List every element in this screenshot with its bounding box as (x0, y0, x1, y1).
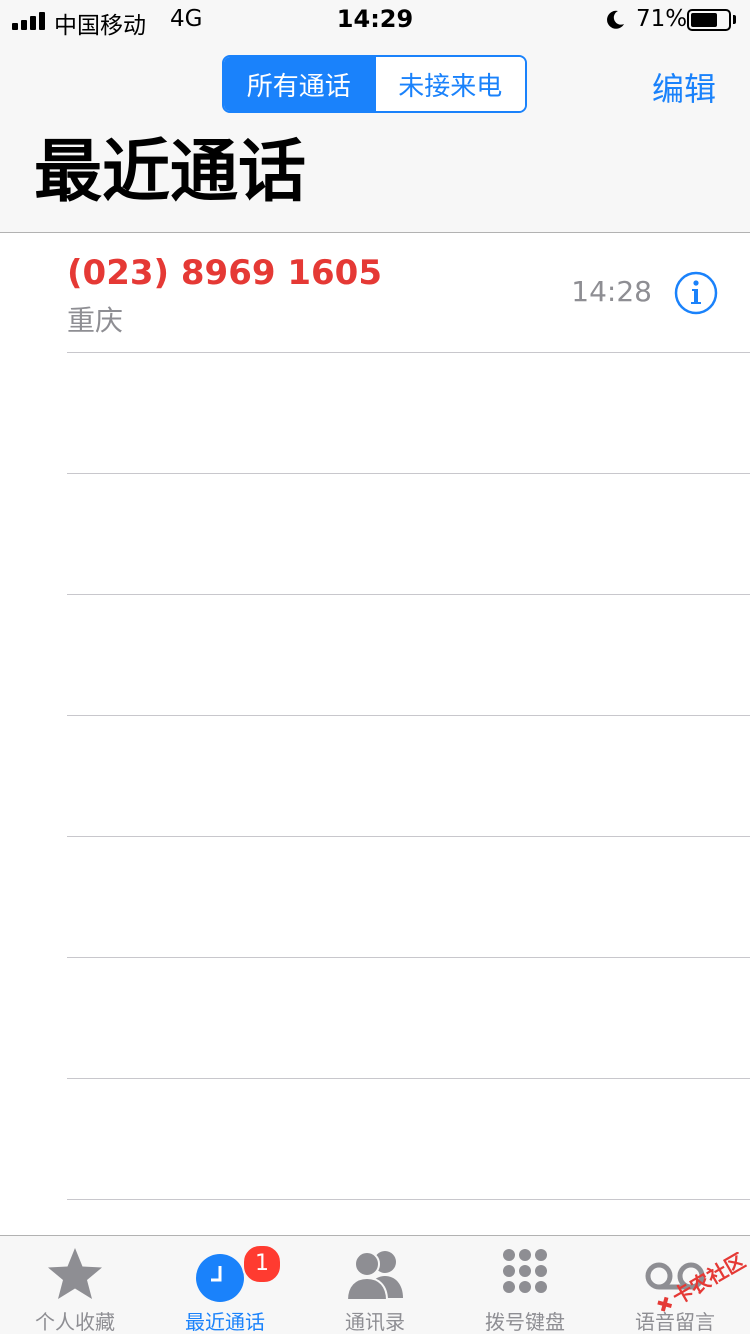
tab-contacts[interactable]: 通讯录 (300, 1236, 450, 1334)
battery-percent: 71% (636, 6, 688, 32)
recent-calls-list: (023) 8969 1605 重庆 14:28 (0, 233, 750, 1200)
row-separator (67, 1199, 750, 1200)
empty-row (0, 837, 750, 958)
tab-label: 最近通话 (185, 1310, 265, 1334)
tab-label: 通讯录 (345, 1310, 405, 1334)
page-title: 最近通话 (34, 133, 307, 212)
segment-all-calls[interactable]: 所有通话 (224, 57, 376, 111)
info-icon[interactable] (674, 271, 718, 315)
battery-nub (733, 15, 736, 24)
contacts-icon (345, 1251, 403, 1301)
tab-favorites[interactable]: 个人收藏 (0, 1236, 150, 1334)
battery-level (691, 13, 717, 27)
header: 中国移动 4G 14:29 71% 所有通话 未接来电 编辑 最近通话 (0, 0, 750, 233)
star-icon (48, 1248, 102, 1299)
phone-recents-screen: 中国移动 4G 14:29 71% 所有通话 未接来电 编辑 最近通话 (023… (0, 0, 750, 1334)
tab-label: 拨号键盘 (485, 1310, 565, 1334)
empty-row (0, 716, 750, 837)
tab-label: 语音留言 (635, 1310, 715, 1334)
tab-recents[interactable]: 1 最近通话 (150, 1236, 300, 1334)
status-bar: 中国移动 4G 14:29 71% (0, 0, 750, 40)
empty-row (0, 595, 750, 716)
call-location: 重庆 (67, 304, 124, 337)
moon-icon (607, 10, 624, 29)
tab-bar: 个人收藏 1 最近通话 通讯录 拨号键盘 语音留言 (0, 1235, 750, 1334)
call-time: 14:28 (571, 275, 652, 308)
battery-icon (687, 9, 731, 31)
call-row[interactable]: (023) 8969 1605 重庆 14:28 (0, 233, 750, 353)
keypad-icon (503, 1249, 547, 1293)
segment-missed-calls[interactable]: 未接来电 (375, 57, 525, 111)
tab-keypad[interactable]: 拨号键盘 (450, 1236, 600, 1334)
tab-voicemail[interactable]: 语音留言 (600, 1236, 750, 1334)
empty-row (0, 958, 750, 1079)
tab-label: 个人收藏 (35, 1310, 115, 1334)
empty-row (0, 474, 750, 595)
empty-row (0, 353, 750, 474)
voicemail-icon (645, 1262, 705, 1290)
call-filter-control: 所有通话 未接来电 (222, 55, 527, 113)
edit-button[interactable]: 编辑 (652, 64, 716, 110)
call-number: (023) 8969 1605 (67, 253, 382, 293)
missed-calls-badge: 1 (242, 1244, 282, 1284)
empty-row (0, 1079, 750, 1200)
